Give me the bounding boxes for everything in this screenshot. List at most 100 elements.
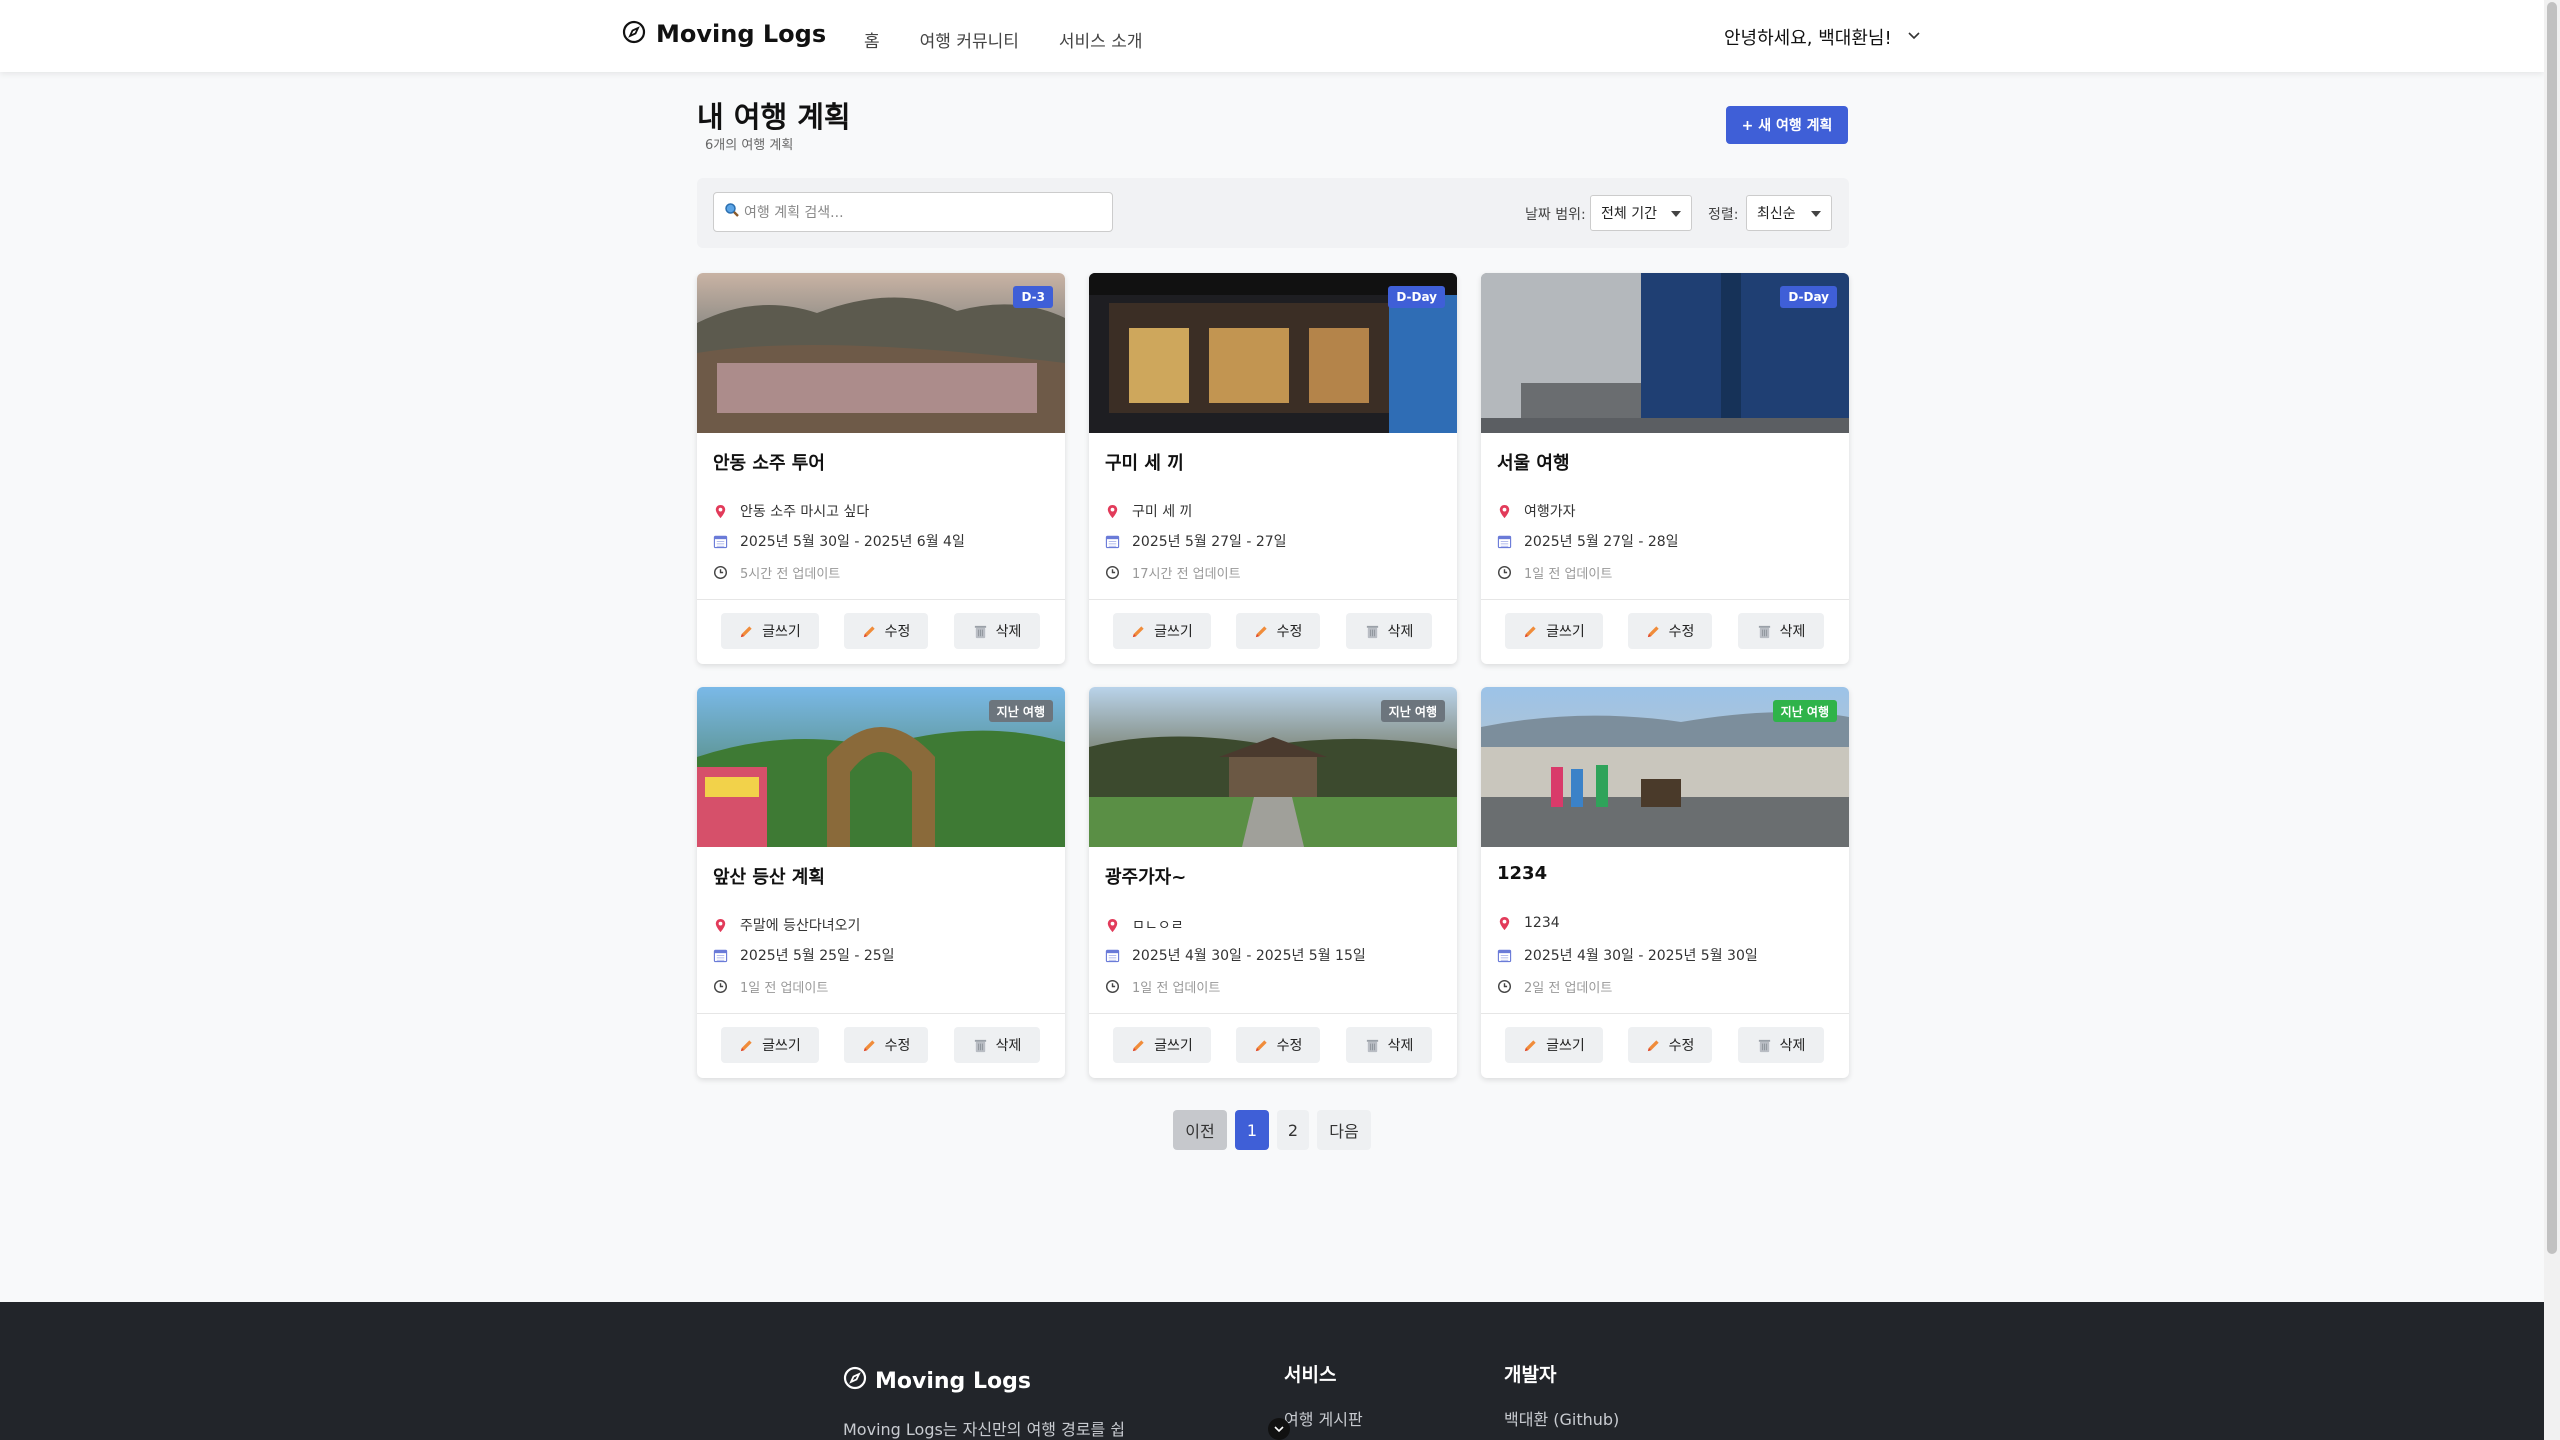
brand-logo[interactable]: Moving Logs [622, 20, 826, 48]
description-text: ㅁㄴㅇㄹ [1132, 918, 1184, 934]
caret-down-icon [1671, 211, 1681, 217]
main-nav: 홈 여행 커뮤니티 서비스 소개 [864, 27, 1143, 52]
date-range-label: 날짜 범위: [1525, 207, 1586, 223]
description-text: 여행가자 [1524, 504, 1576, 520]
status-badge: 지난 여행 [1772, 700, 1837, 722]
pencil-icon [862, 624, 877, 639]
description-text: 주말에 등산다녀오기 [740, 918, 861, 934]
updated-text: 1일 전 업데이트 [1524, 567, 1613, 582]
delete-button[interactable]: 삭제 [1738, 1027, 1824, 1063]
status-badge: 지난 여행 [988, 700, 1053, 722]
plan-card[interactable]: D-3 안동 소주 투어 안동 소주 마시고 싶다 2025년 5월 30일 -… [697, 273, 1065, 664]
card-title: 광주가자~ [1105, 867, 1187, 888]
card-title: 구미 세 끼 [1105, 453, 1184, 474]
edit-button[interactable]: 수정 [1628, 613, 1712, 649]
delete-button[interactable]: 삭제 [954, 1027, 1040, 1063]
pagination-page-1[interactable]: 1 [1235, 1110, 1269, 1150]
pencil-icon [1254, 1038, 1269, 1053]
clock-icon [713, 565, 728, 580]
write-label: 글쓰기 [1546, 624, 1585, 640]
pagination-prev[interactable]: 이전 [1173, 1110, 1227, 1150]
pagination-page-2[interactable]: 2 [1277, 1110, 1309, 1150]
clock-icon [713, 979, 728, 994]
search-input[interactable]: 여행 계획 검색... [713, 192, 1113, 232]
card-divider [1481, 1013, 1849, 1014]
nav-home[interactable]: 홈 [864, 27, 880, 52]
plan-card[interactable]: 지난 여행 앞산 등산 계획 주말에 등산다녀오기 2025년 5월 25일 -… [697, 687, 1065, 1078]
pencil-icon [1523, 1038, 1538, 1053]
card-description: 구미 세 끼 [1105, 501, 1192, 521]
card-divider [697, 599, 1065, 600]
pin-icon [713, 918, 728, 933]
write-button[interactable]: 글쓰기 [1113, 1027, 1211, 1063]
chevron-down-icon[interactable] [1268, 1418, 1290, 1440]
delete-label: 삭제 [1779, 624, 1806, 640]
updated-text: 1일 전 업데이트 [740, 981, 829, 996]
compass-icon [843, 1366, 867, 1396]
scrollbar-thumb[interactable] [2547, 2, 2557, 1254]
clock-icon [1497, 565, 1512, 580]
delete-button[interactable]: 삭제 [1738, 613, 1824, 649]
plan-card[interactable]: 지난 여행 1234 1234 2025년 4월 30일 - 2025년 5월 … [1481, 687, 1849, 1078]
calendar-icon [1497, 534, 1512, 549]
delete-button[interactable]: 삭제 [1346, 613, 1432, 649]
edit-button[interactable]: 수정 [1236, 1027, 1320, 1063]
plan-card[interactable]: D-Day 구미 세 끼 구미 세 끼 2025년 5월 27일 - 27일 1… [1089, 273, 1457, 664]
page-title: 내 여행 계획 [697, 100, 851, 134]
nav-about[interactable]: 서비스 소개 [1059, 27, 1143, 52]
description-text: 안동 소주 마시고 싶다 [740, 504, 870, 520]
edit-button[interactable]: 수정 [1628, 1027, 1712, 1063]
pencil-icon [1131, 624, 1146, 639]
card-dates: 2025년 4월 30일 - 2025년 5월 30일 [1497, 945, 1758, 965]
pagination-next[interactable]: 다음 [1317, 1110, 1371, 1150]
nav-community[interactable]: 여행 커뮤니티 [920, 27, 1019, 52]
footer-brand-name: Moving Logs [875, 1368, 1031, 1394]
card-description: 주말에 등산다녀오기 [713, 915, 860, 935]
write-label: 글쓰기 [762, 624, 801, 640]
card-updated: 5시간 전 업데이트 [713, 563, 840, 582]
footer-link-board[interactable]: 여행 게시판 [1284, 1406, 1363, 1430]
write-button[interactable]: 글쓰기 [721, 1027, 819, 1063]
edit-label: 수정 [884, 1038, 911, 1054]
card-updated: 1일 전 업데이트 [1105, 977, 1220, 996]
trash-icon [1365, 624, 1380, 639]
scrollbar[interactable] [2544, 0, 2560, 1440]
pin-icon [1497, 916, 1512, 931]
plan-card[interactable]: D-Day 서울 여행 여행가자 2025년 5월 27일 - 28일 1일 전… [1481, 273, 1849, 664]
compass-icon [622, 20, 646, 48]
delete-button[interactable]: 삭제 [1346, 1027, 1432, 1063]
card-image [697, 273, 1065, 433]
date-range-select[interactable]: 전체 기간 [1590, 195, 1692, 231]
filter-bar: 여행 계획 검색... 날짜 범위: 전체 기간 정렬: 최신순 [697, 178, 1849, 248]
footer-link-github[interactable]: 백대환 (Github) [1504, 1406, 1619, 1430]
new-plan-button[interactable]: + 새 여행 계획 [1726, 106, 1848, 144]
card-dates: 2025년 5월 27일 - 28일 [1497, 531, 1679, 551]
edit-button[interactable]: 수정 [844, 1027, 928, 1063]
footer-brand: Moving Logs [843, 1366, 1031, 1396]
description-text: 구미 세 끼 [1132, 504, 1193, 520]
brand-name: Moving Logs [656, 20, 827, 48]
edit-button[interactable]: 수정 [1236, 613, 1320, 649]
plan-card[interactable]: 지난 여행 광주가자~ ㅁㄴㅇㄹ 2025년 4월 30일 - 2025년 5월… [1089, 687, 1457, 1078]
status-badge: D-Day [1780, 286, 1837, 308]
pencil-icon [739, 1038, 754, 1053]
calendar-icon [713, 534, 728, 549]
caret-down-icon [1811, 211, 1821, 217]
dates-text: 2025년 5월 27일 - 28일 [1524, 534, 1679, 550]
edit-label: 수정 [1276, 624, 1303, 640]
card-description: 안동 소주 마시고 싶다 [713, 501, 869, 521]
trash-icon [973, 624, 988, 639]
card-divider [1089, 1013, 1457, 1014]
delete-button[interactable]: 삭제 [954, 613, 1040, 649]
status-badge: D-3 [1013, 286, 1053, 308]
write-button[interactable]: 글쓰기 [721, 613, 819, 649]
user-menu[interactable]: 안녕하세요, 백대환님! [1724, 24, 1922, 50]
card-updated: 17시간 전 업데이트 [1105, 563, 1241, 582]
edit-label: 수정 [1668, 624, 1695, 640]
sort-select[interactable]: 최신순 [1746, 195, 1832, 231]
write-button[interactable]: 글쓰기 [1113, 613, 1211, 649]
write-button[interactable]: 글쓰기 [1505, 613, 1603, 649]
edit-button[interactable]: 수정 [844, 613, 928, 649]
write-button[interactable]: 글쓰기 [1505, 1027, 1603, 1063]
dates-text: 2025년 5월 27일 - 27일 [1132, 534, 1287, 550]
